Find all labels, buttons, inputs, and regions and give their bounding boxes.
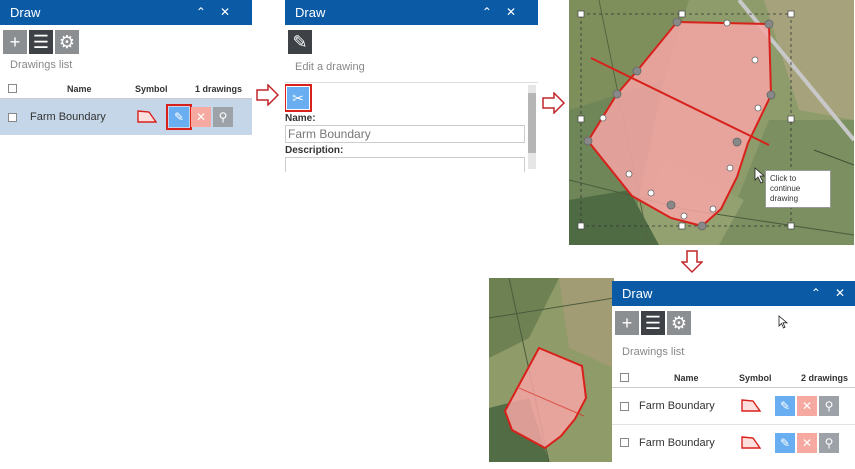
double-chevron-up-icon[interactable]: ⌃ <box>482 5 506 19</box>
add-icon[interactable]: + <box>3 30 27 54</box>
row-checkbox[interactable] <box>8 112 17 122</box>
close-icon[interactable]: ✕ <box>506 5 530 19</box>
polygon-symbol-icon <box>741 435 761 449</box>
table-row[interactable]: Farm Boundary ✎ ✕ ⚲ <box>0 99 252 135</box>
gear-icon[interactable]: ⚙ <box>55 30 79 54</box>
table-header: Name Symbol 1 drawings <box>0 79 252 99</box>
name-label: Name: <box>285 113 316 124</box>
col-symbol: Symbol <box>135 83 168 94</box>
polygon-symbol-icon <box>741 399 761 412</box>
close-icon[interactable]: ✕ <box>220 5 244 19</box>
polygon-symbol-icon <box>137 110 157 123</box>
select-all-checkbox[interactable] <box>620 373 629 382</box>
panel-title: Draw <box>622 286 653 301</box>
list-icon[interactable]: ☰ <box>29 30 53 54</box>
arrow-right-icon <box>542 92 566 114</box>
toolbar: + ☰ ⚙ <box>0 25 252 57</box>
satellite-imagery <box>569 0 854 245</box>
delete-icon[interactable]: ✕ <box>797 432 817 453</box>
add-icon[interactable]: + <box>615 311 639 335</box>
list-caption: Drawings list <box>622 346 685 358</box>
list-icon[interactable]: ☰ <box>641 311 665 335</box>
toolbar: ✎ <box>285 25 538 57</box>
gear-icon[interactable]: ⚙ <box>667 311 691 335</box>
row-checkbox[interactable] <box>620 438 629 447</box>
list-caption: Drawings list <box>10 59 73 71</box>
map-view-drawing[interactable]: Click to continue drawing <box>569 0 854 245</box>
scissors-icon[interactable]: ✂ <box>285 84 312 112</box>
arrow-down-icon <box>681 250 703 274</box>
row-name: Farm Boundary <box>639 436 715 449</box>
row-name: Farm Boundary <box>639 400 715 412</box>
double-chevron-up-icon[interactable]: ⌃ <box>811 286 835 300</box>
mouse-cursor-icon <box>778 315 788 329</box>
edit-pencil-icon[interactable]: ✎ <box>775 432 795 453</box>
map-view-result[interactable] <box>489 278 614 462</box>
zoom-magnifier-icon[interactable]: ⚲ <box>819 432 839 453</box>
section-caption: Edit a drawing <box>295 61 365 73</box>
col-count: 2 drawings <box>801 372 849 383</box>
panel-title: Draw <box>10 5 41 20</box>
table-row[interactable]: Farm Boundary ✎ ✕ ⚲ <box>612 388 855 424</box>
zoom-magnifier-icon[interactable]: ⚲ <box>819 396 839 416</box>
table-row[interactable]: Farm Boundary ✎ ✕ ⚲ <box>612 424 855 460</box>
draw-panel-list-updated: Draw ⌃✕ + ☰ ⚙ Drawings list Name Symbol … <box>612 281 855 463</box>
map-tooltip: Click to continue drawing <box>765 170 831 208</box>
satellite-imagery <box>489 278 614 462</box>
col-symbol: Symbol <box>739 372 772 383</box>
arrow-right-icon <box>256 84 280 106</box>
delete-icon[interactable]: ✕ <box>191 107 211 127</box>
panel-titlebar: Draw ⌃✕ <box>285 0 538 25</box>
col-name: Name <box>674 372 699 383</box>
pencil-icon[interactable]: ✎ <box>288 30 312 54</box>
table-header: Name Symbol 2 drawings <box>612 368 855 388</box>
toolbar: + ☰ ⚙ <box>612 306 855 340</box>
row-name: Farm Boundary <box>30 111 106 123</box>
draw-panel-edit: Draw ⌃✕ ✎ Edit a drawing ✂ Name: Farm Bo… <box>285 0 538 172</box>
select-all-checkbox[interactable] <box>8 84 17 93</box>
edit-pencil-icon[interactable]: ✎ <box>166 104 192 130</box>
draw-panel-list: Draw ⌃✕ + ☰ ⚙ Drawings list Name Symbol … <box>0 0 252 148</box>
double-chevron-up-icon[interactable]: ⌃ <box>196 5 220 19</box>
zoom-magnifier-icon[interactable]: ⚲ <box>213 107 233 127</box>
description-label: Description: <box>285 145 344 156</box>
panel-title: Draw <box>295 5 326 20</box>
description-field[interactable] <box>285 157 525 172</box>
edit-pencil-icon[interactable]: ✎ <box>775 396 795 416</box>
col-count: 1 drawings <box>195 83 243 94</box>
scrollbar[interactable] <box>528 85 536 169</box>
panel-titlebar: Draw ⌃✕ <box>0 0 252 25</box>
close-icon[interactable]: ✕ <box>835 286 855 300</box>
panel-titlebar: Draw ⌃✕ <box>612 281 855 306</box>
row-checkbox[interactable] <box>620 401 629 411</box>
name-field[interactable]: Farm Boundary <box>285 125 525 143</box>
col-name: Name <box>67 83 92 94</box>
delete-icon[interactable]: ✕ <box>797 396 817 416</box>
